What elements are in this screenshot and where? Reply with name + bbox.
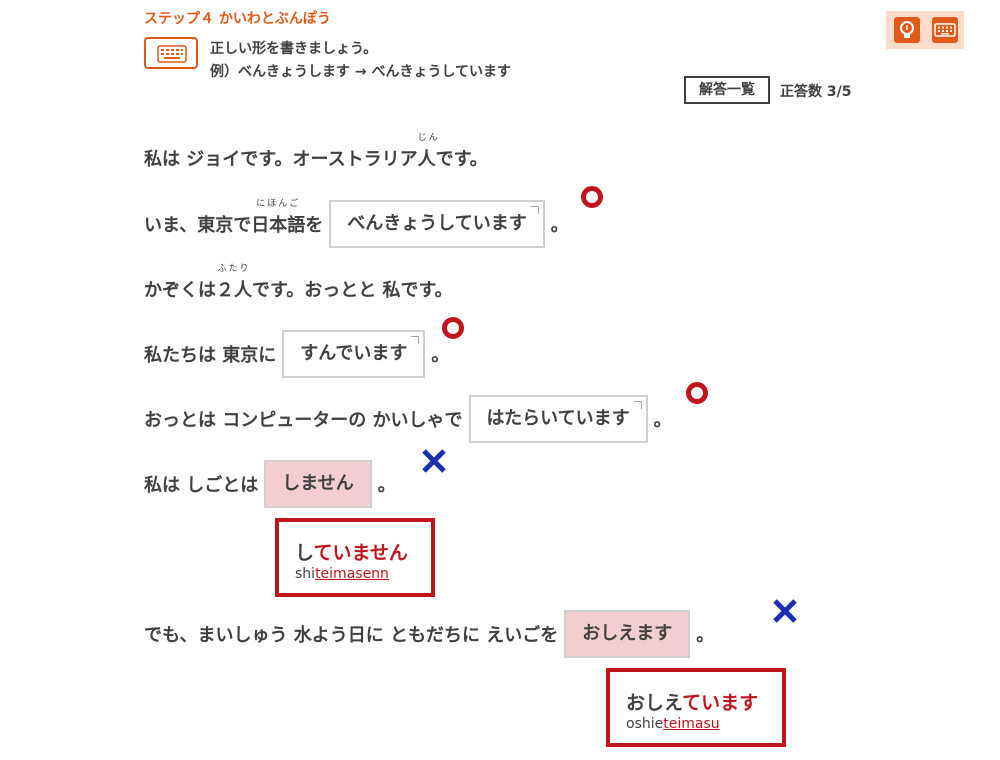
answer-value: しません [282,473,354,494]
score-text: 正答数 3/5 [780,84,852,100]
example-text: 例）べんきょうします → べんきょうしています [210,64,512,80]
furigana: ふたり [217,264,251,274]
answer-list-button[interactable]: 解答一覧 [684,76,770,104]
keyboard-icon [934,23,956,37]
correct-mark-icon [686,382,708,404]
answer-value: はたらいています [486,408,630,429]
resize-corner [411,336,420,344]
sentence-4: 私たちは 東京に すんでいます 。 [144,330,449,378]
sentence-text: 私は しごとは [144,475,259,496]
correct-answer-text: していません [295,542,408,564]
correct-answer-romaji: shiteimasenn [295,566,389,582]
kanji: 日本語 [251,215,306,236]
ruby-word: ふたり ２人 [216,264,252,302]
ruby-word: じん人 [417,133,438,171]
wrong-mark-icon [422,449,446,473]
sentence-text: です。 [435,149,488,170]
sentence-text: 私たちは 東京に [144,345,277,366]
answer-input[interactable]: べんきょうしています [329,200,545,248]
lightbulb-icon [900,21,914,38]
furigana: にほんご [256,199,301,209]
sentence-text: 。 [550,215,569,236]
hint-button[interactable] [894,17,920,43]
correct-answer-box: していません shiteimasenn [275,518,435,597]
answer-value: おしえます [582,623,673,644]
romaji-ending: teimasenn [315,566,389,582]
sentence-text: 。 [431,345,450,366]
answer-value: べんきょうしています [347,213,527,234]
romaji-ending: teimasu [663,716,720,732]
resize-corner [530,206,539,214]
kanji: 人 [417,149,436,170]
sentence-text: いま、東京で [144,215,252,236]
tool-icon-panel [886,11,964,49]
correct-mark-icon [442,317,464,339]
keyboard-button[interactable] [144,37,198,69]
correct-answer-text: おしえています [626,692,759,714]
sentence-text: 。 [653,410,672,431]
answer-input[interactable]: すんでいます [282,330,426,378]
correct-mark-icon [581,186,603,208]
sentence-text: 。 [377,475,396,496]
sentence-7: でも、まいしゅう 水よう日に ともだちに えいごを おしえます 。 [144,610,714,658]
correct-answer-box: おしえています oshieteimasu [606,668,786,747]
answer-input[interactable]: おしえます [564,610,691,658]
sentence-text: かぞくは [144,280,216,301]
instruction-text: 正しい形を書きましょう。 [210,41,378,57]
sentence-text: 私は ジョイです。オーストラリア [144,149,418,170]
sentence-text: 。 [696,625,715,646]
correct-answer-romaji: oshieteimasu [626,716,720,732]
sentence-5: おっとは コンピューターの かいしゃで はたらいています 。 [144,395,672,443]
ruby-word: にほんご 日本語 [251,199,306,237]
wrong-mark-icon [773,599,797,623]
resize-corner [633,401,642,409]
sentence-3: かぞくは ふたり ２人です。おっとと 私です。 [144,264,453,302]
sentence-text: でも、まいしゅう 水よう日に ともだちに えいごを [144,625,559,646]
answer-input[interactable]: しません [264,460,372,508]
kanji: ２人 [216,280,252,301]
step-title: ステップ４ かいわとぶんぽう [144,11,331,27]
answer-value: すんでいます [300,343,408,364]
correct-ending: ていません [313,542,408,564]
sentence-1: 私は ジョイです。オーストラリア じん 人です。 [144,133,488,171]
sentence-text: です。おっとと 私です。 [252,280,453,301]
sentence-text: おっとは コンピューターの かいしゃで [144,410,463,431]
keyboard-icon [157,45,187,63]
sentence-2: いま、東京で にほんご日本語を べんきょうしています 。 [144,199,569,248]
furigana: じん [417,133,440,143]
answer-input[interactable]: はたらいています [468,395,648,443]
sentence-text: を [305,215,324,236]
keyboard-toggle-button[interactable] [932,17,958,43]
sentence-6: 私は しごとは しません 。 [144,460,396,508]
correct-ending: ています [682,692,759,714]
